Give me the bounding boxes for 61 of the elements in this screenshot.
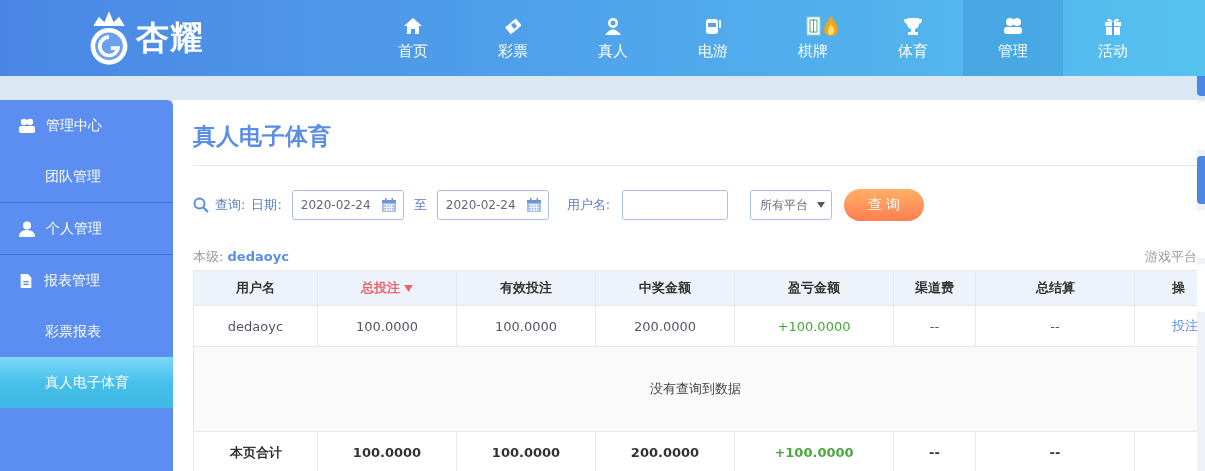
side-tab[interactable] <box>1197 76 1205 96</box>
nav-item[interactable]: 首页 <box>363 0 463 76</box>
nav-item[interactable]: 棋牌 <box>763 0 863 76</box>
nav-item[interactable]: 管理 <box>963 0 1063 76</box>
side-tab[interactable] <box>1197 156 1205 204</box>
people-icon <box>1003 15 1023 36</box>
username-label: 用户名: <box>566 196 611 214</box>
bet-link[interactable]: 投注 <box>1172 318 1197 333</box>
table-cell: -- <box>893 305 976 347</box>
total-cell: 本页合计 <box>193 431 318 471</box>
level-info: 本级: dedaoyc <box>193 248 289 266</box>
calendar-icon[interactable] <box>525 197 542 213</box>
sidebar-group-title[interactable]: 报表管理 <box>44 271 100 290</box>
sort-down-icon <box>404 285 413 292</box>
page-title: 真人电子体育 <box>193 100 1197 166</box>
search-icon <box>193 197 209 213</box>
platform-note: 游戏平台 <box>1145 248 1197 266</box>
column-header[interactable]: 总结算 <box>975 270 1135 306</box>
nav-item[interactable]: 体育 <box>863 0 963 76</box>
to-label: 至 <box>413 196 427 214</box>
sidebar-item[interactable]: 团队管理 <box>0 151 173 202</box>
table-cell: +100.0000 <box>734 305 894 347</box>
sidebar-item[interactable]: 真人电子体育 <box>0 357 173 408</box>
sidebar-group-title[interactable]: 个人管理 <box>46 219 102 238</box>
mahjong-tile-icon <box>803 15 823 36</box>
person-icon <box>603 15 623 36</box>
home-icon <box>403 15 423 36</box>
column-header[interactable]: 操 <box>1134 270 1197 306</box>
sidebar-item[interactable]: 彩票报表 <box>0 306 173 357</box>
column-header[interactable]: 中奖金额 <box>595 270 735 306</box>
logo-text: 杏耀 <box>136 16 204 59</box>
username-field[interactable] <box>622 190 729 220</box>
people-icon <box>18 117 36 134</box>
search-label: 查询: <box>215 196 246 214</box>
nav-item[interactable]: 活动 <box>1063 0 1163 76</box>
date-field[interactable]: 2020-02-24 <box>291 190 404 220</box>
table-cell: 100.0000 <box>456 305 596 347</box>
document-icon <box>18 271 34 290</box>
empty-message: 没有查询到数据 <box>193 346 1197 432</box>
table-cell: 200.0000 <box>595 305 735 347</box>
table-cell: 100.0000 <box>317 305 457 347</box>
caret-icon <box>817 202 826 208</box>
column-header[interactable]: 总投注 <box>317 270 457 306</box>
column-header[interactable]: 渠道费 <box>893 270 976 306</box>
column-header[interactable]: 用户名 <box>193 270 318 306</box>
calendar-icon[interactable] <box>380 197 397 213</box>
side-tab[interactable] <box>1197 264 1205 312</box>
table-cell: dedaoyc <box>193 305 318 347</box>
query-button[interactable]: 查 询 <box>844 189 925 221</box>
trophy-icon <box>903 15 923 36</box>
date-field[interactable]: 2020-02-24 <box>436 190 549 220</box>
date-label: 日期: <box>251 196 282 214</box>
column-header[interactable]: 盈亏金额 <box>734 270 894 306</box>
column-header[interactable]: 有效投注 <box>456 270 596 306</box>
person-icon <box>18 220 36 237</box>
nav-item[interactable]: 真人 <box>563 0 663 76</box>
nav-item[interactable]: 电游 <box>663 0 763 76</box>
platform-select[interactable]: 所有平台 <box>750 190 833 220</box>
sidebar-group-title[interactable]: 管理中心 <box>46 116 102 135</box>
table-cell: -- <box>975 305 1135 347</box>
nav-item[interactable]: 彩票 <box>463 0 563 76</box>
